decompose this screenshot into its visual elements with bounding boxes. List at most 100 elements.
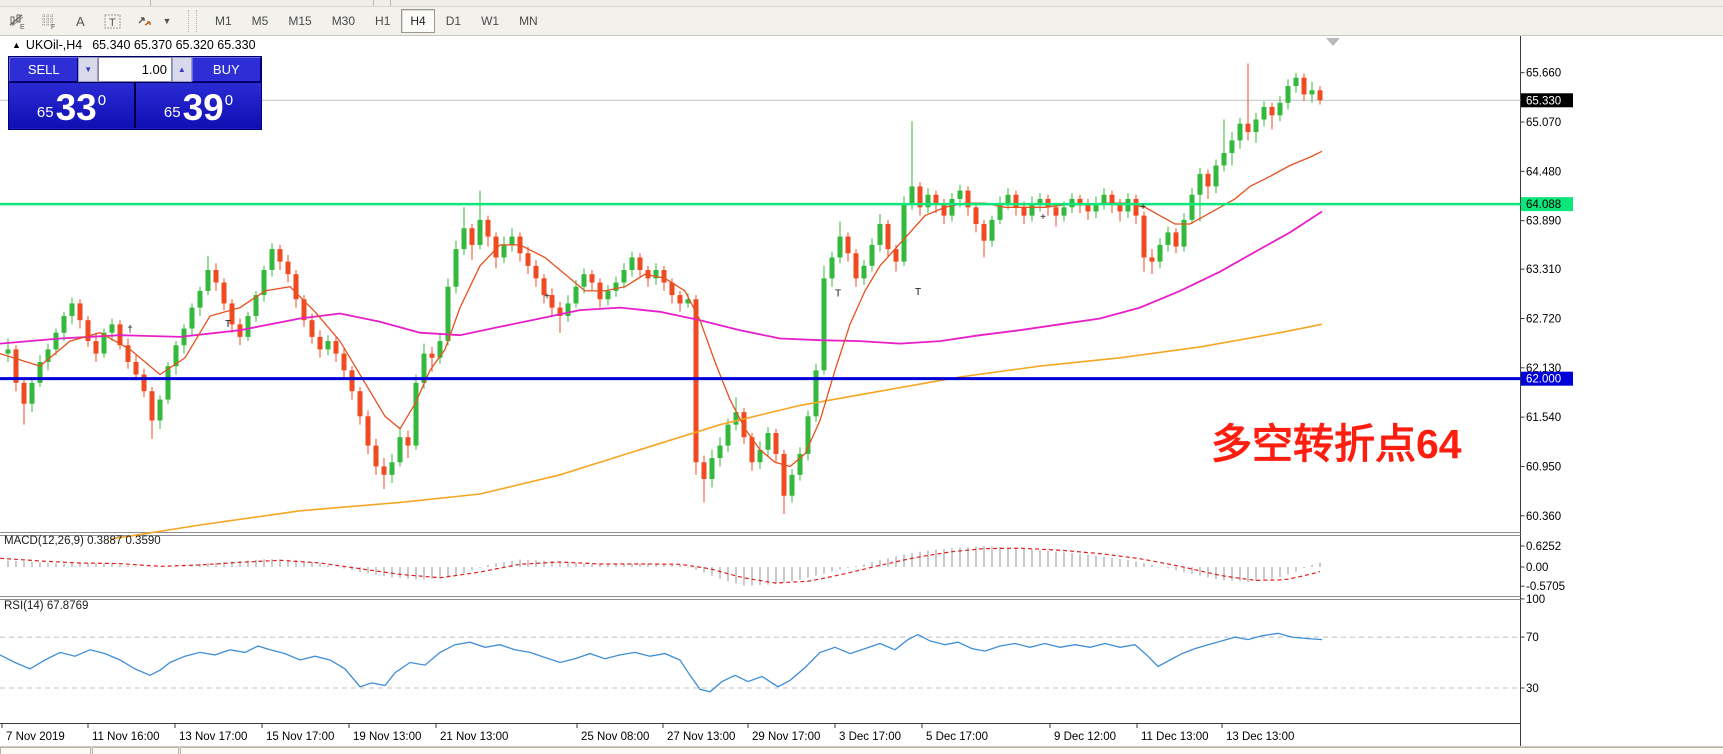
macd-panel[interactable] bbox=[0, 546, 1320, 586]
buy-price-sup: 0 bbox=[225, 92, 233, 109]
macd-signal-line bbox=[0, 548, 1320, 583]
svg-text:E: E bbox=[20, 24, 25, 30]
time-tick-label: 25 Nov 08:00 bbox=[581, 731, 649, 743]
svg-text:61.540: 61.540 bbox=[1526, 412, 1561, 424]
time-axis[interactable]: 7 Nov 2019 11 Nov 16:00 13 Nov 17:00 15 Nov… bbox=[2, 724, 1294, 744]
time-tick-label: 13 Nov 17:00 bbox=[179, 731, 247, 743]
timeframe-m1[interactable]: M1 bbox=[206, 9, 241, 33]
svg-text:62.720: 62.720 bbox=[1526, 313, 1561, 325]
sell-button[interactable]: SELL bbox=[9, 57, 78, 82]
macd-label: MACD(12,26,9) 0.3887 0.3590 bbox=[4, 535, 161, 547]
buy-price-display[interactable]: 65 39 0 bbox=[136, 83, 261, 128]
rsi-panel[interactable] bbox=[0, 633, 1521, 692]
top-edge-mark bbox=[150, 0, 151, 6]
timeframe-d1[interactable]: D1 bbox=[437, 9, 470, 33]
rsi-label: RSI(14) 67.8769 bbox=[4, 600, 88, 612]
svg-text:A: A bbox=[76, 14, 85, 29]
chart-edit-icon[interactable]: E bbox=[2, 8, 32, 34]
sell-price-big: 33 bbox=[56, 91, 97, 125]
svg-text:64.088: 64.088 bbox=[1526, 199, 1561, 211]
svg-text:T: T bbox=[835, 289, 841, 300]
buy-button[interactable]: BUY bbox=[192, 57, 261, 82]
volume-increase-button[interactable]: ▲ bbox=[172, 57, 192, 82]
toolbar-drag-handle[interactable] bbox=[188, 10, 197, 32]
svg-text:65.330: 65.330 bbox=[1526, 95, 1561, 107]
svg-text:0.00: 0.00 bbox=[1526, 562, 1548, 574]
sell-price-prefix: 65 bbox=[37, 104, 54, 121]
text-label-icon[interactable]: A bbox=[66, 8, 96, 34]
time-tick-label: 5 Dec 17:00 bbox=[926, 731, 988, 743]
price-axis[interactable]: 65.66065.07064.48063.89063.31062.72062.1… bbox=[1521, 68, 1574, 695]
time-tick-label: 3 Dec 17:00 bbox=[839, 731, 901, 743]
volume-input[interactable] bbox=[98, 57, 172, 82]
sell-price-display[interactable]: 65 33 0 bbox=[9, 83, 136, 128]
svg-text:30: 30 bbox=[1526, 683, 1539, 695]
chart-frame bbox=[0, 36, 1521, 747]
rsi-line bbox=[0, 633, 1322, 692]
svg-text:60.360: 60.360 bbox=[1526, 511, 1561, 523]
time-tick-label: 13 Dec 13:00 bbox=[1226, 731, 1294, 743]
chart-shift-marker-icon[interactable] bbox=[1326, 38, 1340, 46]
sell-price-sup: 0 bbox=[98, 92, 106, 109]
svg-text:T: T bbox=[225, 319, 231, 330]
window-top-edge bbox=[0, 0, 1723, 7]
svg-text:+: + bbox=[1140, 202, 1146, 213]
svg-text:64.480: 64.480 bbox=[1526, 166, 1561, 178]
time-tick-label: 9 Dec 12:00 bbox=[1054, 731, 1116, 743]
chart-header: ▲ UKOil-,H4 65.340 65.370 65.320 65.330 bbox=[12, 38, 256, 52]
svg-text:-0.5705: -0.5705 bbox=[1526, 581, 1565, 593]
status-segment bbox=[180, 747, 1723, 754]
ma-slow-orange[interactable] bbox=[110, 324, 1322, 539]
buy-price-prefix: 65 bbox=[164, 104, 181, 121]
arrows-tool-icon[interactable] bbox=[130, 8, 160, 34]
timeframe-h4[interactable]: H4 bbox=[401, 9, 434, 33]
timeframe-m5[interactable]: M5 bbox=[243, 9, 278, 33]
status-strip bbox=[0, 746, 1723, 754]
timeframe-w1[interactable]: W1 bbox=[472, 9, 508, 33]
volume-decrease-button[interactable]: ▼ bbox=[78, 57, 98, 82]
svg-text:70: 70 bbox=[1526, 632, 1539, 644]
chart-text-annotation[interactable]: 多空转折点64 bbox=[1211, 424, 1462, 465]
ohlc-values: 65.340 65.370 65.320 65.330 bbox=[92, 38, 255, 52]
top-edge-mark bbox=[390, 0, 391, 6]
grid-f-icon[interactable]: F bbox=[34, 8, 64, 34]
timeframe-h1[interactable]: H1 bbox=[366, 9, 399, 33]
symbol-period-label: UKOil-,H4 bbox=[26, 38, 82, 52]
ma-fast-red[interactable] bbox=[0, 151, 1322, 466]
candlesticks[interactable] bbox=[6, 64, 1323, 515]
time-tick-label: 11 Dec 13:00 bbox=[1141, 731, 1209, 743]
collapse-arrow-icon[interactable]: ▲ bbox=[12, 40, 21, 50]
time-tick-label: 27 Nov 13:00 bbox=[667, 731, 735, 743]
mt4-window: † T + T T + +65.660 65.070 64.480 63.890 63.310 62.… bbox=[0, 0, 1723, 754]
svg-text:F: F bbox=[51, 24, 55, 30]
time-tick-label: 11 Nov 16:00 bbox=[92, 731, 160, 743]
svg-text:+: + bbox=[544, 291, 550, 302]
toolbar: E F A T bbox=[0, 7, 1723, 36]
text-box-icon[interactable]: T bbox=[98, 8, 128, 34]
svg-text:65.070: 65.070 bbox=[1526, 117, 1561, 129]
time-tick-label: 15 Nov 17:00 bbox=[266, 731, 334, 743]
time-tick-label: 21 Nov 13:00 bbox=[440, 731, 508, 743]
time-tick-label: 7 Nov 2019 bbox=[6, 731, 65, 743]
time-tick-label: 29 Nov 17:00 bbox=[752, 731, 820, 743]
svg-text:+: + bbox=[1040, 212, 1046, 223]
chevron-down-icon[interactable]: ▼ bbox=[160, 9, 174, 33]
time-tick-label: 19 Nov 13:00 bbox=[353, 731, 421, 743]
timeframe-m15[interactable]: M15 bbox=[279, 9, 320, 33]
svg-text:62.000: 62.000 bbox=[1526, 374, 1561, 386]
svg-text:60.950: 60.950 bbox=[1526, 461, 1561, 473]
status-segment bbox=[0, 747, 91, 754]
svg-text:0.6252: 0.6252 bbox=[1526, 541, 1561, 553]
svg-text:63.890: 63.890 bbox=[1526, 216, 1561, 228]
top-edge-mark bbox=[373, 0, 374, 6]
svg-text:T: T bbox=[109, 17, 116, 29]
svg-text:65.660: 65.660 bbox=[1526, 68, 1561, 80]
timeframe-mn[interactable]: MN bbox=[510, 9, 547, 33]
status-segment bbox=[92, 747, 179, 754]
one-click-trading-panel: SELL ▼ ▲ BUY 65 33 0 65 39 0 bbox=[8, 56, 262, 130]
buy-price-big: 39 bbox=[183, 91, 224, 125]
svg-text:T: T bbox=[915, 287, 921, 298]
svg-text:63.310: 63.310 bbox=[1526, 264, 1561, 276]
timeframe-m30[interactable]: M30 bbox=[323, 9, 364, 33]
svg-text:†: † bbox=[127, 325, 133, 336]
